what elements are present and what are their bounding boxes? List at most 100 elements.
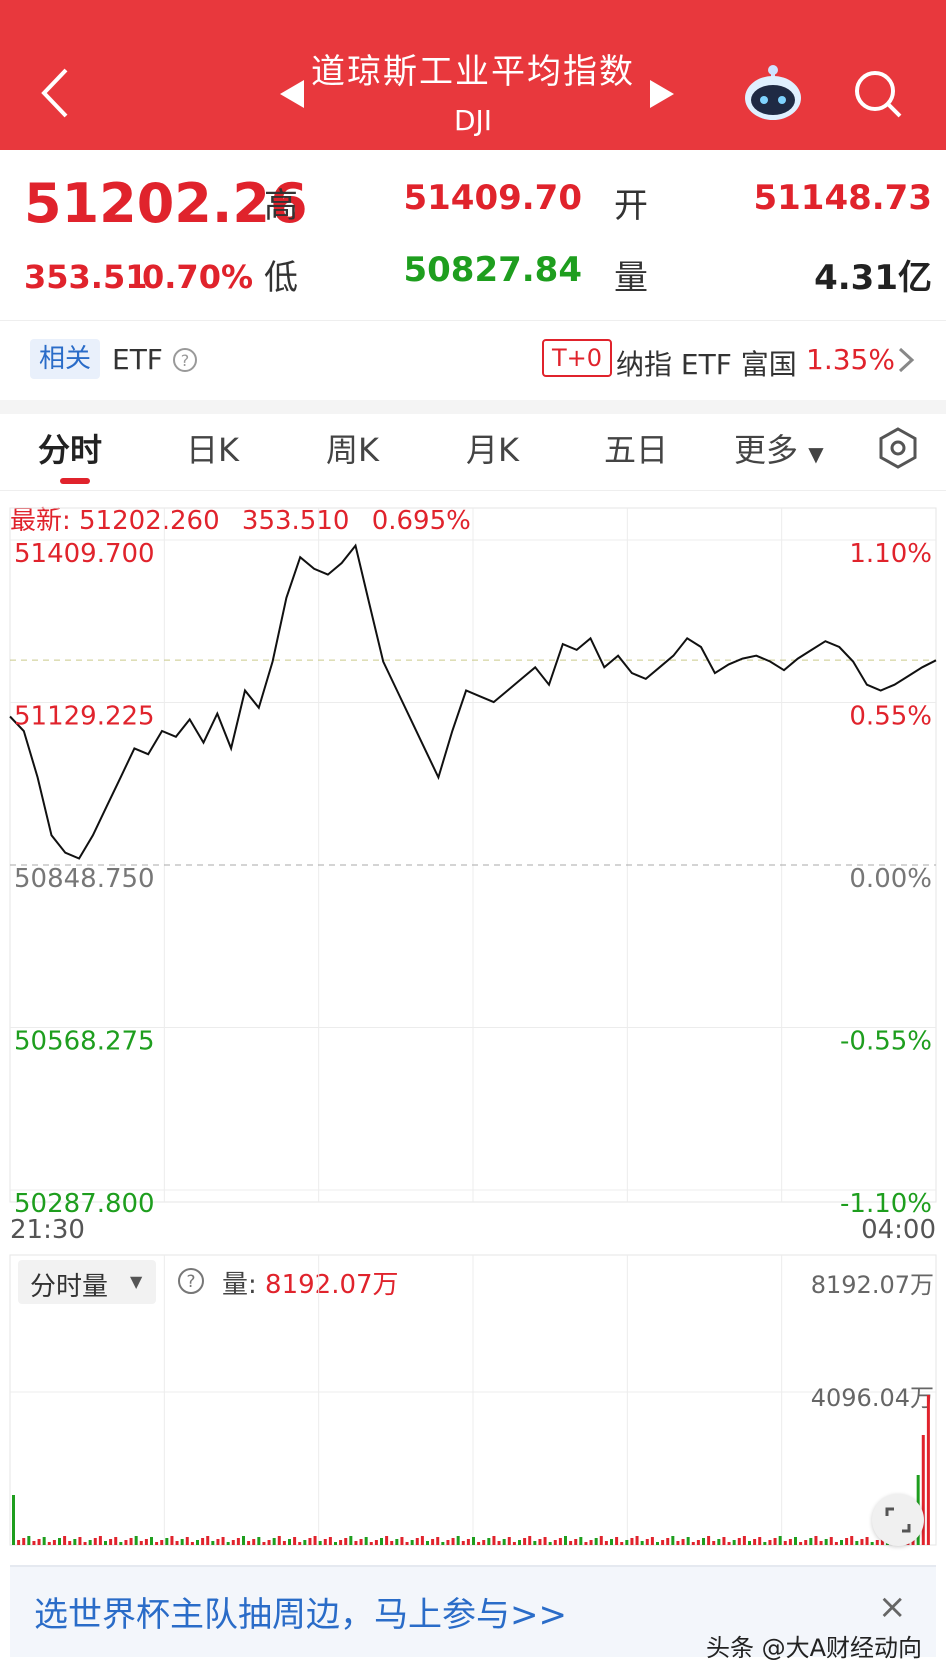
volume-bar (293, 1537, 297, 1545)
volume-bar (303, 1540, 307, 1545)
volume-bar (620, 1542, 624, 1545)
volume-bar (441, 1542, 445, 1545)
volume-bar (579, 1537, 583, 1545)
tab-daily-k[interactable]: 日K (186, 425, 239, 471)
settings-hexagon-icon[interactable] (876, 426, 920, 470)
volume-bar (277, 1536, 281, 1545)
volume-bar (349, 1536, 353, 1545)
search-icon[interactable] (852, 68, 904, 120)
volume-bar (676, 1541, 680, 1545)
price-change: 353.51 (24, 258, 148, 296)
volume-bar (129, 1538, 133, 1545)
promo-text[interactable]: 选世界杯主队抽周边，马上参与>> (34, 1587, 567, 1636)
tab-monthly-k[interactable]: 月K (466, 425, 519, 471)
volume-bar (139, 1541, 143, 1545)
volume-bar (712, 1541, 716, 1545)
tab-intraday[interactable]: 分时 (38, 425, 102, 471)
volume-bar (236, 1538, 240, 1545)
volume-bar (763, 1542, 767, 1545)
intraday-price-chart[interactable]: 51409.700 1.10% 51129.225 0.55% 50848.750 0.0… (0, 490, 946, 1250)
volume-bar (661, 1540, 665, 1545)
volume-bar (165, 1538, 169, 1545)
volume-bar (518, 1540, 521, 1545)
volume-bar (58, 1538, 61, 1545)
volume-bar (196, 1540, 199, 1545)
volume-bar (834, 1542, 838, 1545)
volume-bar (829, 1537, 833, 1545)
volume-bar (436, 1537, 440, 1545)
expand-icon (885, 1507, 911, 1533)
volume-bar (548, 1542, 552, 1545)
high-value: 51409.70 (403, 178, 582, 218)
volume-label: 量 (614, 258, 648, 298)
y-axis-price-label: 50848.750 (14, 864, 155, 894)
volume-bar (824, 1539, 828, 1545)
volume-bar (359, 1539, 363, 1545)
volume-bar (569, 1541, 573, 1545)
volume-mid-label: 4096.04万 (811, 1384, 934, 1412)
volume-bar (68, 1541, 72, 1545)
y-axis-pct-label: -0.55% (840, 1027, 932, 1057)
next-arrow-icon[interactable] (648, 78, 676, 110)
expand-button[interactable] (872, 1494, 924, 1546)
close-icon[interactable]: × (878, 1587, 907, 1627)
volume-bar (875, 1540, 879, 1545)
volume-bar (175, 1541, 179, 1545)
volume-bar (737, 1538, 741, 1545)
volume-bar (584, 1542, 588, 1545)
volume-bar (27, 1536, 31, 1545)
volume-bar (415, 1538, 419, 1545)
volume-bar (722, 1537, 726, 1545)
volume-bar (369, 1542, 373, 1545)
low-value: 50827.84 (403, 250, 582, 290)
volume-bar (804, 1540, 808, 1545)
volume-bar (599, 1536, 603, 1545)
volume-bar (344, 1538, 348, 1545)
volume-bar (482, 1540, 486, 1545)
volume-bar (323, 1539, 327, 1545)
volume-bar (288, 1539, 291, 1545)
tab-five-day[interactable]: 五日 (604, 425, 668, 471)
volume-bar (73, 1539, 77, 1545)
volume-bar (78, 1537, 82, 1545)
volume-bar (83, 1542, 87, 1545)
volume-bar (400, 1537, 404, 1545)
volume-bar (497, 1541, 501, 1545)
tab-weekly-k[interactable]: 周K (326, 425, 379, 471)
volume-bar (758, 1537, 762, 1545)
robot-assistant-icon[interactable] (742, 60, 804, 122)
volume-bar (88, 1540, 92, 1545)
volume-bar (308, 1538, 312, 1545)
volume-bar (512, 1542, 516, 1545)
tab-more[interactable]: 更多 ▼ (734, 425, 824, 471)
volume-bar (717, 1539, 721, 1545)
volume-chart[interactable]: 8192.07万 4096.04万 (0, 1245, 946, 1555)
low-label: 低 (264, 258, 298, 298)
related-etf-row[interactable]: 相关 ETF ? T+0 纳指 ETF 富国 1.35% (0, 320, 946, 401)
volume-bar (773, 1538, 777, 1545)
volume-bar (374, 1540, 378, 1545)
volume-bar (272, 1538, 276, 1545)
volume-bar (211, 1541, 215, 1545)
volume-bar (564, 1536, 567, 1545)
volume-bar (93, 1538, 97, 1545)
symbol-code: DJI (453, 104, 493, 137)
volume-bar (180, 1539, 184, 1545)
volume-bar (492, 1536, 496, 1545)
volume-bar (124, 1540, 128, 1545)
volume-bar (334, 1542, 337, 1545)
volume-bar (420, 1536, 424, 1545)
etf-fund-name: 纳指 ETF 富国 (616, 348, 797, 381)
volume-bar (451, 1538, 455, 1545)
volume-bar (860, 1539, 864, 1545)
volume-bar (742, 1536, 746, 1545)
volume-bar (22, 1538, 26, 1545)
volume-bar (845, 1538, 849, 1545)
volume-bar (814, 1536, 818, 1545)
volume-bar (395, 1539, 399, 1545)
help-icon[interactable]: ? (172, 347, 198, 373)
y-axis-pct-label: 1.10% (849, 539, 932, 569)
volume-bar (134, 1536, 138, 1545)
volume-bar (926, 1395, 930, 1545)
volume-bar (681, 1539, 685, 1545)
